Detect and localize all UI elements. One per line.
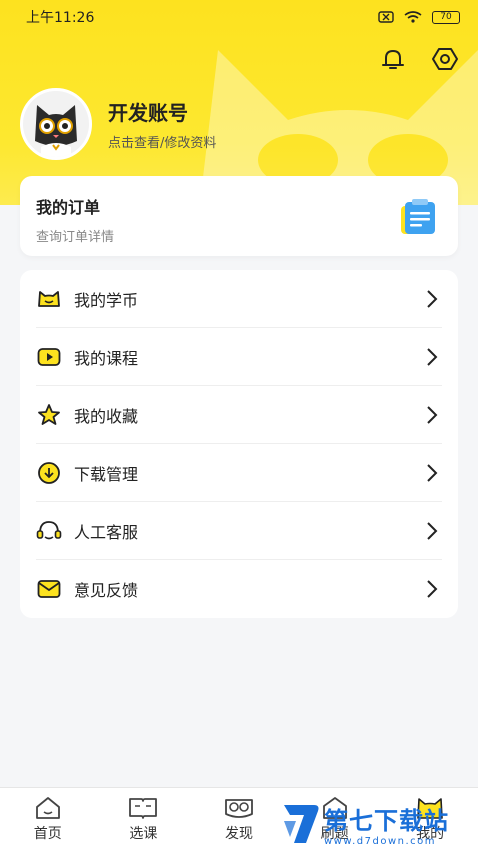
menu-label: 我的学币 — [74, 290, 139, 310]
menu-item-favorites[interactable]: 我的收藏 — [36, 386, 442, 444]
battery-indicator: 70 — [432, 10, 460, 24]
wifi-icon — [404, 11, 422, 23]
menu-label: 我的收藏 — [74, 406, 139, 426]
status-bar: 上午11:26 70 — [0, 0, 478, 34]
order-title: 我的订单 — [36, 198, 101, 217]
menu-list: 我的学币 我的课程 我的收藏 下载管理 人工客服 意见反馈 — [20, 270, 458, 618]
menu-item-support[interactable]: 人工客服 — [36, 502, 442, 560]
chevron-right-icon — [427, 290, 438, 308]
notification-bell-icon[interactable] — [378, 44, 408, 74]
clipboard-icon — [401, 199, 435, 234]
menu-label: 下载管理 — [74, 464, 139, 484]
profile-header[interactable]: 开发账号 点击查看/修改资料 — [20, 88, 216, 160]
menu-item-downloads[interactable]: 下载管理 — [36, 444, 442, 502]
profile-name: 开发账号 — [108, 101, 188, 125]
headset-icon — [36, 518, 62, 544]
watermark: 第七下载站 www.d7down.com — [280, 798, 478, 850]
tab-discover[interactable]: 发现 — [191, 788, 287, 850]
my-orders-card[interactable]: 我的订单 查询订单详情 — [20, 176, 458, 256]
tab-courses[interactable]: 选课 — [96, 788, 192, 850]
menu-label: 人工客服 — [74, 522, 139, 542]
menu-item-feedback[interactable]: 意见反馈 — [36, 560, 442, 618]
chevron-right-icon — [427, 464, 438, 482]
chevron-right-icon — [427, 580, 438, 598]
play-icon — [36, 344, 62, 370]
tab-home[interactable]: 首页 — [0, 788, 96, 850]
order-subtitle: 查询订单详情 — [36, 230, 115, 245]
coin-cat-icon — [36, 286, 62, 312]
status-time: 上午11:26 — [26, 10, 95, 26]
book-icon — [129, 797, 158, 819]
sim-off-icon — [378, 11, 394, 23]
avatar[interactable] — [20, 88, 92, 160]
tab-label: 发现 — [224, 825, 253, 842]
profile-subtitle: 点击查看/修改资料 — [108, 136, 217, 151]
chevron-right-icon — [427, 522, 438, 540]
menu-label: 意见反馈 — [74, 581, 139, 600]
chevron-right-icon — [427, 406, 438, 424]
menu-label: 我的课程 — [74, 348, 139, 368]
watermark-brand: 第七下载站 — [324, 807, 449, 835]
star-icon — [36, 402, 62, 428]
chevron-right-icon — [427, 348, 438, 366]
tab-label: 首页 — [33, 825, 62, 842]
mail-icon — [36, 576, 62, 602]
watermark-url: www.d7down.com — [324, 836, 437, 847]
watermark-logo-icon — [284, 805, 319, 843]
menu-item-courses[interactable]: 我的课程 — [36, 328, 442, 386]
cat-avatar-icon — [23, 91, 89, 157]
home-icon — [35, 796, 60, 819]
download-icon — [36, 460, 62, 486]
tab-label: 选课 — [129, 825, 158, 842]
glasses-icon — [225, 798, 253, 818]
settings-icon[interactable] — [430, 44, 460, 74]
menu-item-coins[interactable]: 我的学币 — [36, 270, 442, 328]
